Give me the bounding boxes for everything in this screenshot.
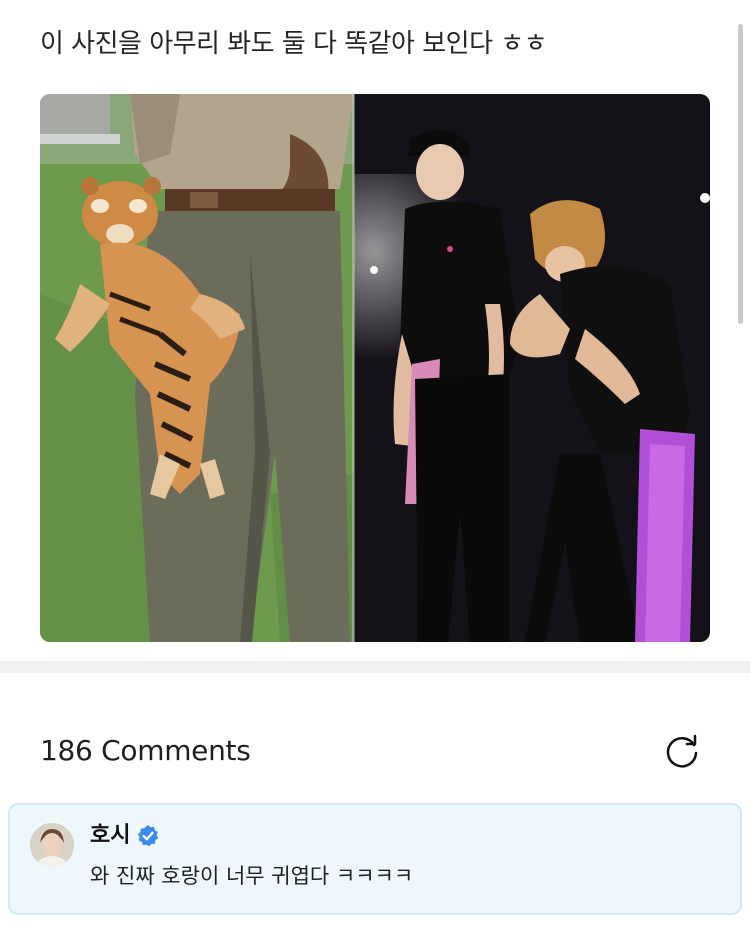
refresh-icon	[666, 734, 698, 768]
avatar[interactable]	[30, 823, 74, 867]
section-divider	[0, 661, 750, 673]
verified-badge-icon	[138, 825, 159, 847]
refresh-button[interactable]	[660, 729, 704, 773]
post-photo[interactable]	[40, 94, 710, 642]
post-text: 이 사진을 아무리 봐도 둘 다 똑같아 보인다 ㅎㅎ	[40, 29, 548, 59]
comments-count-heading: 186 Comments	[40, 734, 251, 767]
scrollbar[interactable]	[738, 24, 743, 324]
comment-author-name[interactable]: 호시	[90, 821, 130, 851]
comment-author: 호시	[90, 821, 160, 851]
comment-item[interactable]: 호시 와 진짜 호랑이 너무 귀엽다 ㅋㅋㅋㅋ	[8, 803, 742, 915]
tiger-and-performer-photo	[40, 94, 710, 642]
avatar-image	[30, 823, 74, 867]
comment-text: 와 진짜 호랑이 너무 귀엽다 ㅋㅋㅋㅋ	[90, 864, 414, 888]
